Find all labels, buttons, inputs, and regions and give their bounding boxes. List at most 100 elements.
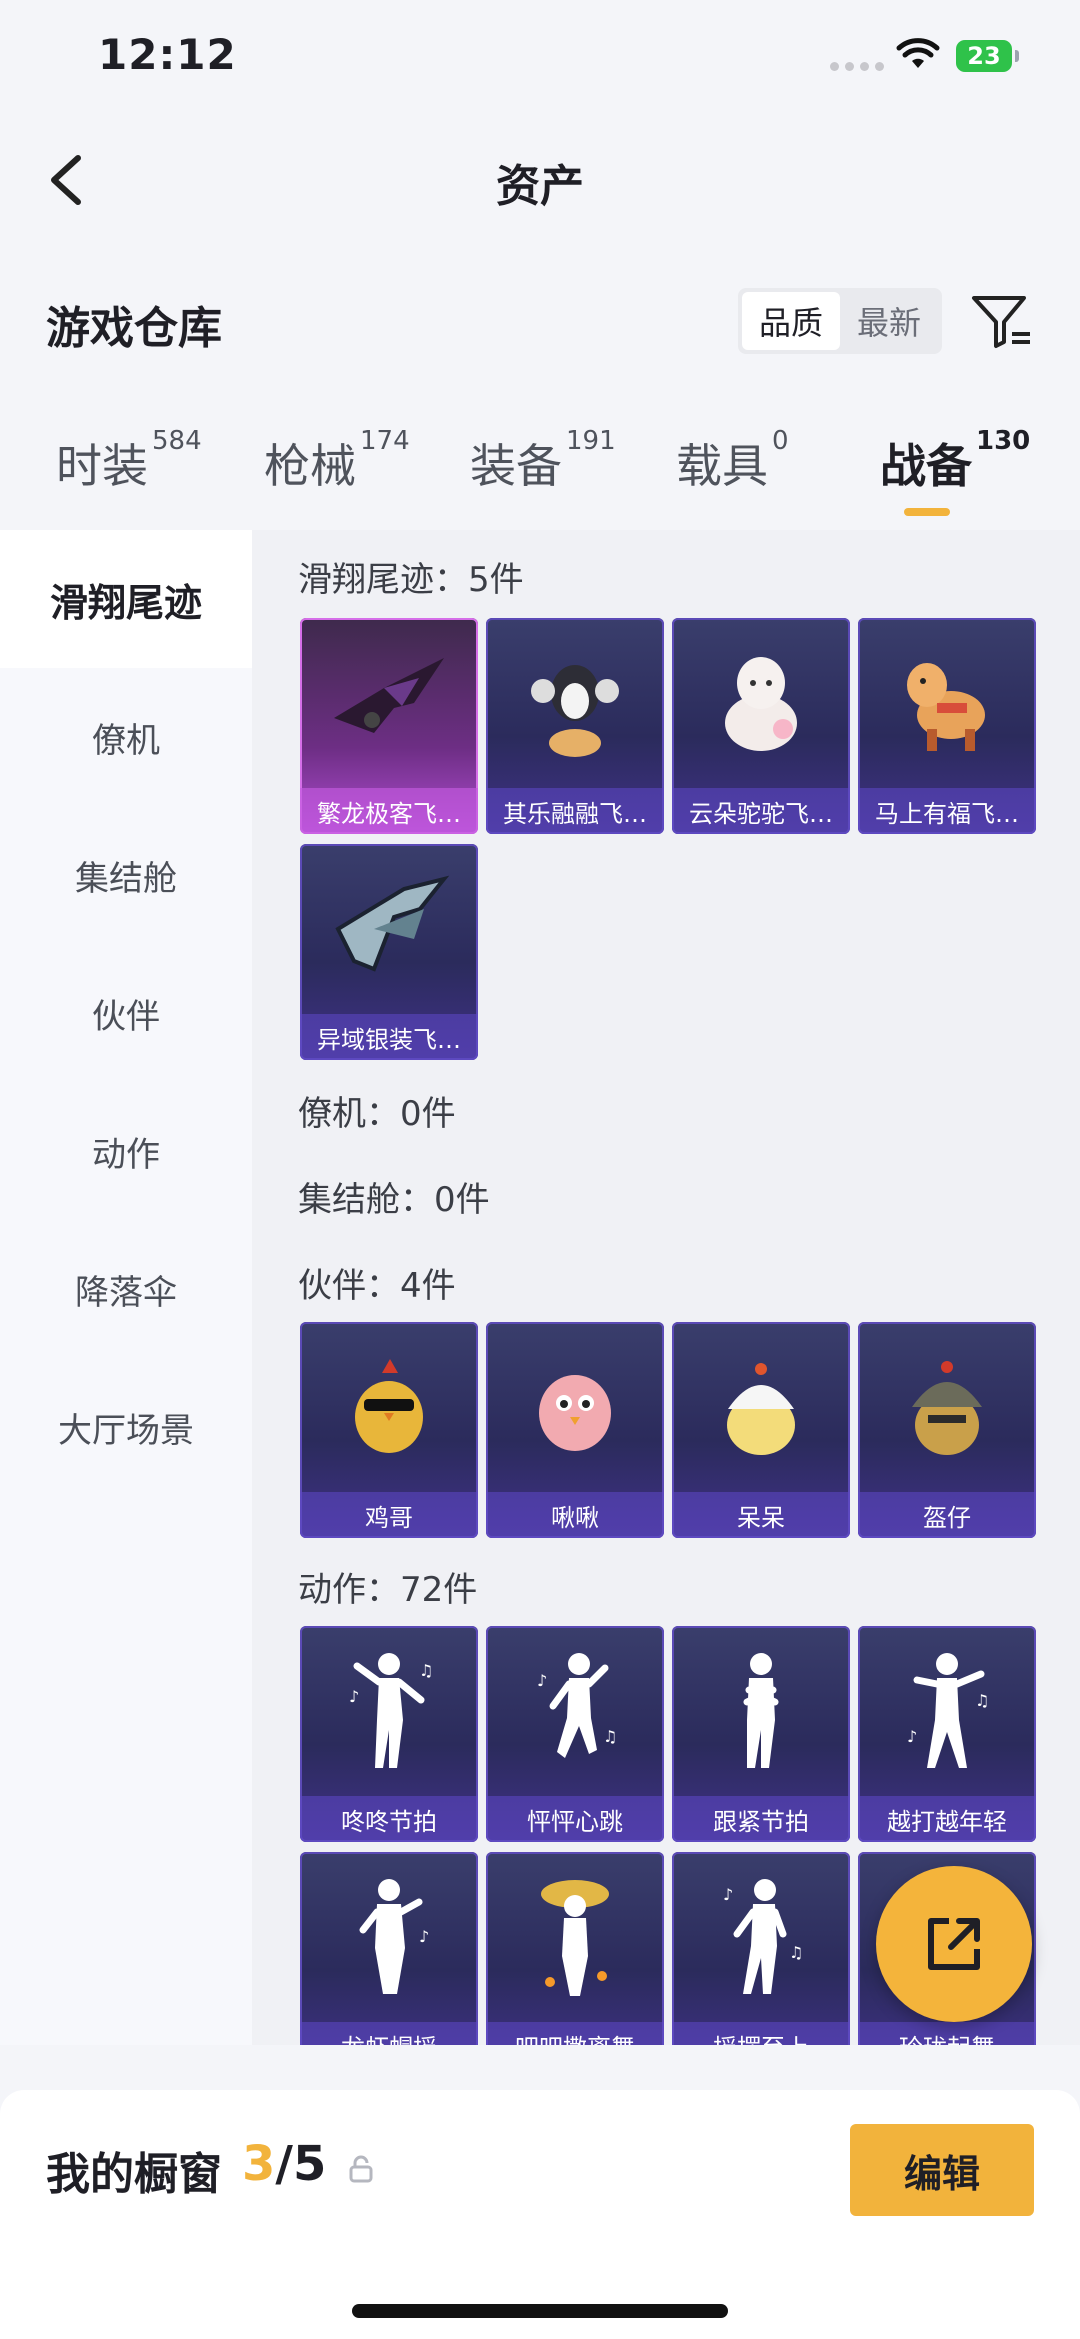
svg-text:♪: ♪ (907, 1727, 917, 1746)
horse-image (858, 618, 1036, 788)
sort-newest-button[interactable]: 最新 (840, 292, 938, 350)
item-card[interactable]: 鸡哥 (300, 1322, 478, 1538)
item-name: 龙虾帽摇 (300, 2022, 478, 2045)
item-card[interactable]: 呆呆 (672, 1322, 850, 1538)
svg-text:♪: ♪ (349, 1687, 359, 1706)
sidebar: 滑翔尾迹 僚机 集结舱 伙伴 动作 降落伞 大厅场景 (0, 530, 252, 2045)
dancer-silhouette-icon: ♪ (300, 1852, 478, 2022)
section-title-pod: 集结舱：0件 (298, 1180, 490, 1220)
item-name: 繁龙极客飞… (300, 788, 478, 834)
tab-count: 130 (976, 426, 1031, 456)
sidebar-item-parachute[interactable]: 降落伞 (0, 1220, 252, 1358)
item-card[interactable]: 繁龙极客飞… (300, 618, 478, 834)
section-title-trail: 滑翔尾迹：5件 (298, 560, 524, 600)
item-name: 云朵驼驼飞… (672, 788, 850, 834)
page-title: 资产 (496, 161, 584, 212)
battery-level: 23 (967, 42, 1001, 70)
tab-equipment[interactable]: 装备 191 (470, 426, 616, 496)
item-name: 啾啾 (486, 1492, 664, 1538)
item-name: 越打越年轻 (858, 1796, 1036, 1842)
sort-quality-button[interactable]: 品质 (742, 292, 840, 350)
dancer-silhouette-icon: ♪ ♫ (300, 1626, 478, 1796)
item-card[interactable]: 其乐融融飞… (486, 618, 664, 834)
tab-vehicles[interactable]: 载具 0 (676, 426, 789, 496)
item-card[interactable]: 盔仔 (858, 1322, 1036, 1538)
tab-label: 装备 (470, 439, 562, 493)
svg-text:♫: ♫ (789, 1943, 803, 1962)
chick-egg-image (672, 1322, 850, 1492)
item-card[interactable]: ♪ ♫ 怦怦心跳 (486, 1626, 664, 1842)
battery-icon: 23 (956, 40, 1019, 72)
sidebar-item-pod[interactable]: 集结舱 (0, 806, 252, 944)
item-name: 马上有福飞… (858, 788, 1036, 834)
helmet-bird-image (858, 1322, 1036, 1492)
tab-count: 174 (360, 426, 410, 456)
tab-count: 0 (772, 426, 789, 456)
lock-icon (349, 2155, 373, 2183)
item-name: 其乐融融飞… (486, 788, 664, 834)
svg-text:♪: ♪ (419, 1927, 429, 1946)
chicken-sunglasses-image (300, 1322, 478, 1492)
wifi-icon (896, 38, 940, 68)
tab-count: 584 (152, 426, 202, 456)
sidebar-item-lobby[interactable]: 大厅场景 (0, 1358, 252, 1496)
showcase-label: 我的橱窗 (46, 2149, 222, 2200)
item-card[interactable]: 异域银装飞… (300, 844, 478, 1060)
item-card[interactable]: 吧吧撒离舞 (486, 1852, 664, 2045)
section-title-emote: 动作：72件 (298, 1570, 478, 1610)
item-name: 异域银装飞… (300, 1014, 478, 1060)
svg-text:♫: ♫ (419, 1661, 433, 1680)
warehouse-title: 游戏仓库 (46, 303, 222, 354)
sidebar-item-partner[interactable]: 伙伴 (0, 944, 252, 1082)
dancer-silhouette-icon: ♪ ♫ (858, 1626, 1036, 1796)
sidebar-item-wingman[interactable]: 僚机 (0, 668, 252, 806)
status-bar: 12:12 23 (0, 0, 1080, 110)
active-tab-indicator (904, 508, 950, 516)
silver-wing-image (300, 844, 478, 1014)
sidebar-item-emote[interactable]: 动作 (0, 1082, 252, 1220)
glider-trail-image (300, 618, 478, 788)
tab-label: 时装 (56, 439, 148, 493)
item-card[interactable]: ♪ 龙虾帽摇 (300, 1852, 478, 2045)
sidebar-item-trail[interactable]: 滑翔尾迹 (0, 530, 252, 668)
dancer-silhouette-icon (486, 1852, 664, 2022)
tab-guns[interactable]: 枪械 174 (264, 426, 410, 496)
item-card[interactable]: ♪♫ 摇摆至上 (672, 1852, 850, 2045)
item-card[interactable]: 云朵驼驼飞… (672, 618, 850, 834)
svg-text:♪: ♪ (723, 1885, 733, 1904)
home-indicator (352, 2304, 728, 2318)
item-card[interactable]: 跟紧节拍 (672, 1626, 850, 1842)
item-card[interactable]: ♪ ♫ 咚咚节拍 (300, 1626, 478, 1842)
tab-label: 枪械 (264, 439, 356, 493)
tab-label: 载具 (676, 439, 768, 493)
pink-bird-image (486, 1322, 664, 1492)
svg-text:♫: ♫ (975, 1691, 989, 1710)
section-title-partner: 伙伴：4件 (298, 1266, 456, 1306)
tab-count: 191 (566, 426, 616, 456)
penguin-image (486, 618, 664, 788)
item-card[interactable]: ♪ ♫ 越打越年轻 (858, 1626, 1036, 1842)
item-name: 怦怦心跳 (486, 1796, 664, 1842)
item-name: 鸡哥 (300, 1492, 478, 1538)
filter-icon[interactable] (968, 288, 1034, 354)
item-name: 吧吧撒离舞 (486, 2022, 664, 2045)
status-time: 12:12 (98, 30, 237, 79)
item-name: 呆呆 (672, 1492, 850, 1538)
tab-fashion[interactable]: 时装 584 (56, 426, 202, 496)
dancer-silhouette-icon: ♪ ♫ (672, 1852, 850, 2022)
tab-label: 战备 (880, 439, 972, 493)
tab-combat-gear[interactable]: 战备 130 (880, 426, 1030, 496)
item-grid: 滑翔尾迹：5件 繁龙极客飞… 其乐融融飞… 云朵驼驼飞… 马上有福飞… 异域银装… (252, 530, 1080, 2045)
share-button[interactable] (876, 1866, 1032, 2022)
item-card[interactable]: 啾啾 (486, 1322, 664, 1538)
showcase-count: 3/5 (242, 2136, 326, 2192)
dancer-silhouette-icon (672, 1626, 850, 1796)
item-card[interactable]: 马上有福飞… (858, 618, 1036, 834)
signal-icon (830, 62, 884, 71)
dancer-silhouette-icon: ♪ ♫ (486, 1626, 664, 1796)
item-name: 摇摆至上 (672, 2022, 850, 2045)
item-name: 咚咚节拍 (300, 1796, 478, 1842)
item-name: 玲珑起舞 (858, 2022, 1036, 2045)
svg-text:♪: ♪ (537, 1671, 547, 1690)
edit-button[interactable]: 编辑 (850, 2124, 1034, 2216)
